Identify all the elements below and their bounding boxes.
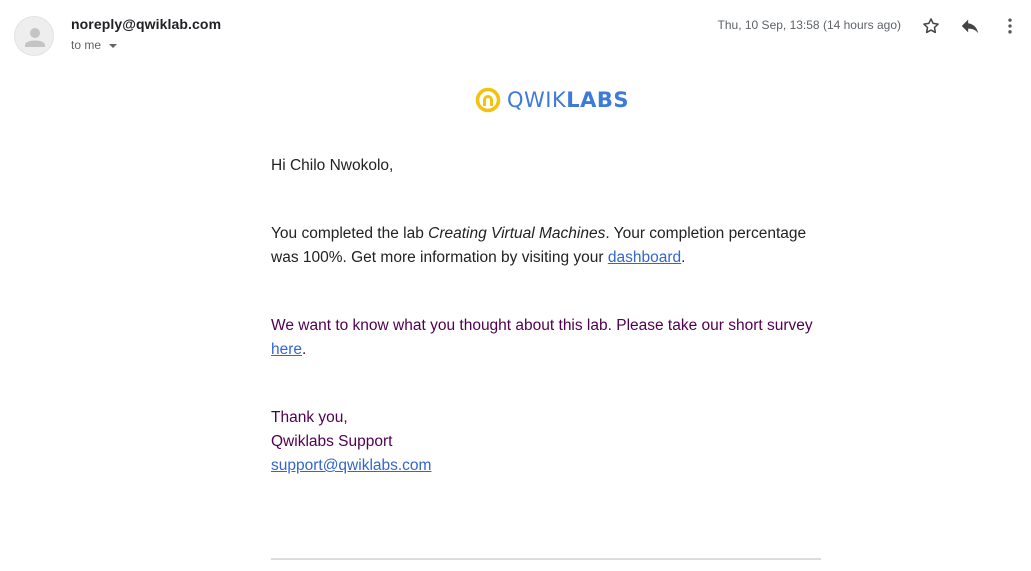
survey-text-end: .: [302, 341, 307, 358]
logo-word-qwik: QWIK: [507, 88, 567, 112]
qwiklabs-logo: QWIKLABS: [475, 87, 629, 113]
thanks-text: Thank you,: [271, 409, 348, 426]
footer-divider: [271, 558, 821, 560]
more-options-button[interactable]: [998, 14, 1022, 38]
logo-word-labs: LABS: [566, 88, 630, 112]
email-date: Thu, 10 Sep, 13:58 (14 hours ago): [717, 18, 901, 32]
greeting: Hi Chilo Nwokolo,: [271, 157, 394, 174]
person-icon: [25, 28, 45, 47]
more-vertical-icon: [1008, 18, 1012, 34]
completion-paragraph: You completed the lab Creating Virtual M…: [271, 222, 831, 270]
message-body: Hi Chilo Nwokolo, You completed the lab …: [271, 154, 831, 478]
survey-text: We want to know what you thought about t…: [271, 317, 813, 334]
dashboard-link[interactable]: dashboard: [608, 249, 681, 266]
survey-paragraph: We want to know what you thought about t…: [271, 314, 831, 362]
reply-icon: [961, 19, 979, 34]
completion-text-start: You completed the lab: [271, 225, 429, 242]
qwiklabs-logo-icon: [475, 87, 501, 113]
completion-text-end: .: [681, 249, 686, 266]
email-view: noreply@qwiklab.com to me Thu, 10 Sep, 1…: [0, 0, 1031, 571]
logo-wordmark: QWIKLABS: [507, 88, 629, 112]
star-icon: [923, 18, 939, 34]
recipient-details-toggle[interactable]: to me: [71, 38, 118, 52]
caret-down-icon: [109, 43, 118, 48]
lab-name: Creating Virtual Machines: [428, 225, 606, 242]
support-email-link[interactable]: support@qwiklabs.com: [271, 457, 431, 474]
star-button[interactable]: [919, 14, 943, 38]
sender-avatar[interactable]: [14, 16, 54, 56]
signature-name: Qwiklabs Support: [271, 433, 393, 450]
survey-link[interactable]: here: [271, 341, 302, 358]
recipient-label: to me: [71, 38, 102, 52]
reply-button[interactable]: [958, 14, 982, 38]
sign-off: Thank you, Qwiklabs Support support@qwik…: [271, 406, 831, 478]
sender-email[interactable]: noreply@qwiklab.com: [71, 16, 221, 32]
